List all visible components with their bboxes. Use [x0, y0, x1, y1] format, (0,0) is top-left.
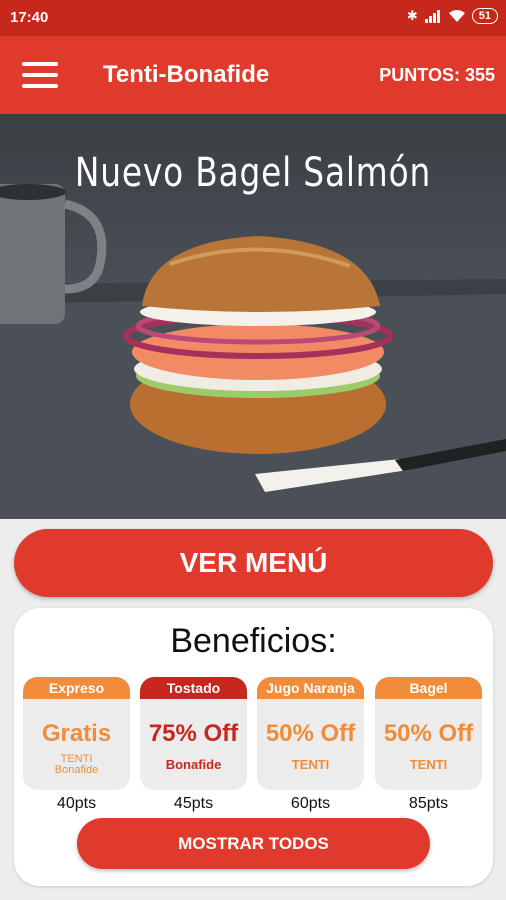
- coupon-offer: 50% Off: [265, 720, 356, 747]
- coupon-tostado[interactable]: Tostado 75% Off Bonafide: [140, 677, 247, 790]
- coupon-tag: Tostado: [140, 677, 247, 699]
- app-bar: Tenti-Bonafide PUNTOS: 355: [0, 36, 506, 114]
- wifi-icon: [448, 10, 465, 22]
- app-title: Tenti-Bonafide: [103, 61, 270, 88]
- show-all-button[interactable]: MOSTRAR TODOS: [77, 818, 430, 869]
- coupon-tag: Expreso: [23, 677, 130, 699]
- coupon-offer: Gratis: [41, 720, 112, 747]
- coupon-brand-line2: Bonafide: [54, 764, 99, 776]
- coupon-tag: Jugo Naranja: [257, 677, 364, 699]
- coupon-bagel[interactable]: Bagel 50% Off TENTI: [375, 677, 482, 790]
- view-menu-button[interactable]: VER MENÚ: [14, 529, 493, 597]
- status-bar: 17:40 ✱ 51: [0, 0, 506, 36]
- battery-icon: 51: [471, 8, 498, 24]
- coupon-brand: TENTI: [291, 757, 330, 772]
- bluetooth-icon: ✱: [406, 8, 418, 23]
- coupon-points: 60pts: [290, 795, 331, 812]
- coupon-expreso[interactable]: Expreso Gratis TENTI Bonafide: [23, 677, 130, 790]
- coupon-tag: Bagel: [375, 677, 482, 699]
- status-time: 17:40: [10, 9, 49, 26]
- coupon-points: 40pts: [56, 795, 97, 812]
- coupon-offer: 75% Off: [148, 720, 239, 747]
- coupon-offer: 50% Off: [383, 720, 474, 747]
- coupon-points: 45pts: [173, 795, 214, 812]
- hero-title: Nuevo Bagel Salmón: [74, 150, 432, 196]
- benefits-title: Beneficios:: [170, 622, 337, 660]
- hamburger-menu-icon[interactable]: [22, 62, 58, 88]
- hero-banner[interactable]: Nuevo Bagel Salmón: [0, 114, 506, 519]
- coupon-brand: Bonafide: [165, 757, 222, 772]
- signal-icon: [424, 10, 440, 23]
- coupon-points: 85pts: [408, 795, 449, 812]
- benefits-card: Beneficios: Expreso Gratis TENTI Bonafid…: [14, 608, 493, 886]
- points-counter: PUNTOS: 355: [379, 65, 495, 85]
- coupon-brand: TENTI: [409, 757, 448, 772]
- status-icons: ✱ 51: [407, 8, 498, 24]
- coupon-jugo-naranja[interactable]: Jugo Naranja 50% Off TENTI: [257, 677, 364, 790]
